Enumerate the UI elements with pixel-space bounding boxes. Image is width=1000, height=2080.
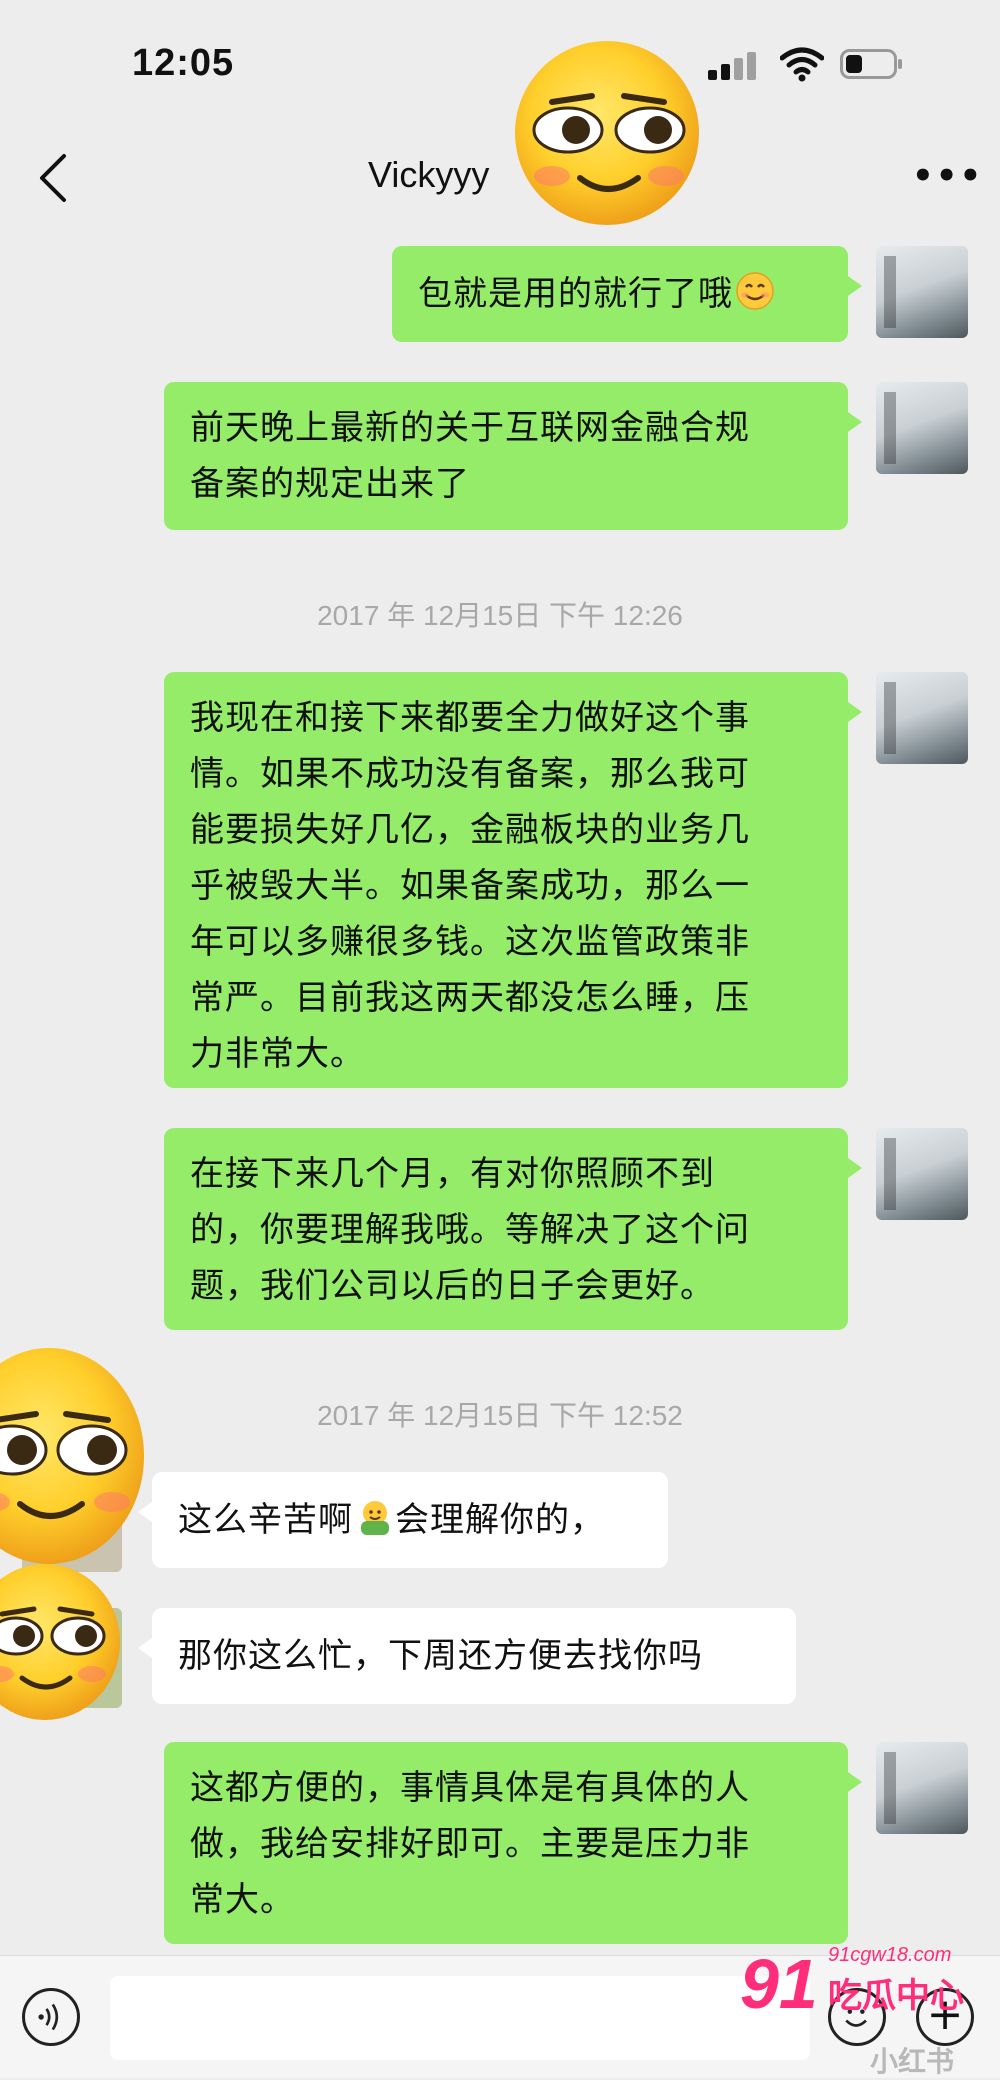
my-avatar[interactable] bbox=[876, 672, 968, 764]
my-avatar[interactable] bbox=[876, 1742, 968, 1834]
watermark-number: 91 bbox=[740, 1945, 818, 2023]
message-line: 力非常大。 bbox=[190, 1034, 365, 1074]
message-text: 那你这么忙，下周还方便去找你吗 bbox=[178, 1636, 703, 1676]
message-line: 情。如果不成功没有备案，那么我可 bbox=[190, 754, 750, 794]
my-avatar[interactable] bbox=[876, 382, 968, 474]
message-line: 乎被毁大半。如果备案成功，那么一 bbox=[190, 866, 750, 906]
message-bubble[interactable]: 我现在和接下来都要全力做好这个事 情。如果不成功没有备案，那么我可 能要损失好几… bbox=[164, 672, 862, 1088]
message-text: 会理解你的， bbox=[395, 1500, 605, 1540]
message-line: 常严。目前我这两天都没怎么睡，压 bbox=[190, 978, 750, 1018]
watermark-name: 吃瓜中心 bbox=[828, 1976, 964, 2016]
smile-emoji-icon bbox=[736, 272, 774, 310]
chevron-left-icon[interactable] bbox=[34, 150, 74, 206]
wifi-icon bbox=[780, 47, 824, 82]
message-bubble[interactable]: 那你这么忙，下周还方便去找你吗 bbox=[138, 1608, 796, 1704]
timestamp: 2017 年 12月15日 下午 12:26 bbox=[317, 600, 683, 631]
voice-icon[interactable] bbox=[22, 1988, 80, 2046]
message-bubble[interactable]: 前天晚上最新的关于互联网金融合规 备案的规定出来了 bbox=[164, 382, 862, 530]
message-line: 年可以多赚很多钱。这次监管政策非 bbox=[190, 922, 750, 962]
message-line: 做，我给安排好即可。主要是压力非 bbox=[190, 1824, 750, 1864]
status-bar: 12:05 bbox=[0, 0, 1000, 130]
smirk-sticker-icon bbox=[0, 1564, 120, 1720]
timestamp: 2017 年 12月15日 下午 12:52 bbox=[317, 1400, 683, 1431]
message-line: 题，我们公司以后的日子会更好。 bbox=[190, 1266, 715, 1306]
hug-emoji-icon bbox=[361, 1501, 389, 1535]
message-line: 能要损失好几亿，金融板块的业务几 bbox=[190, 810, 750, 850]
message-bubble[interactable]: 包就是用的就行了哦 bbox=[392, 246, 862, 342]
my-avatar[interactable] bbox=[876, 246, 968, 338]
watermark-corner: 小红书 bbox=[870, 2045, 955, 2078]
message-line: 前天晚上最新的关于互联网金融合规 bbox=[190, 408, 750, 448]
message-line: 我现在和接下来都要全力做好这个事 bbox=[190, 698, 750, 738]
message-input[interactable] bbox=[110, 1976, 810, 2060]
battery-icon bbox=[840, 49, 902, 79]
more-icon[interactable]: ••• bbox=[912, 159, 983, 193]
message-line: 的，你要理解我哦。等解决了这个问 bbox=[190, 1210, 750, 1250]
status-time: 12:05 bbox=[132, 42, 235, 84]
message-line: 在接下来几个月，有对你照顾不到 bbox=[190, 1154, 715, 1194]
chat-title: Vickyyy bbox=[368, 154, 490, 195]
watermark-site: 91cgw18.com bbox=[828, 1944, 952, 1966]
message-bubble[interactable]: 这都方便的，事情具体是有具体的人 做，我给安排好即可。主要是压力非 常大。 bbox=[164, 1742, 862, 1944]
signal-icon bbox=[708, 50, 760, 80]
message-text: 包就是用的就行了哦 bbox=[418, 274, 733, 314]
message-line: 常大。 bbox=[190, 1880, 295, 1920]
message-text: 这么辛苦啊 bbox=[178, 1500, 353, 1540]
message-bubble[interactable]: 这么辛苦啊 会理解你的， bbox=[138, 1472, 668, 1568]
smirk-sticker-icon bbox=[515, 41, 699, 225]
smirk-sticker-icon bbox=[0, 1348, 144, 1564]
my-avatar[interactable] bbox=[876, 1128, 968, 1220]
message-line: 备案的规定出来了 bbox=[190, 464, 470, 504]
message-line: 这都方便的，事情具体是有具体的人 bbox=[190, 1768, 750, 1808]
message-bubble[interactable]: 在接下来几个月，有对你照顾不到 的，你要理解我哦。等解决了这个问 题，我们公司以… bbox=[164, 1128, 862, 1330]
chat-header: Vickyyy ••• bbox=[0, 130, 1000, 226]
